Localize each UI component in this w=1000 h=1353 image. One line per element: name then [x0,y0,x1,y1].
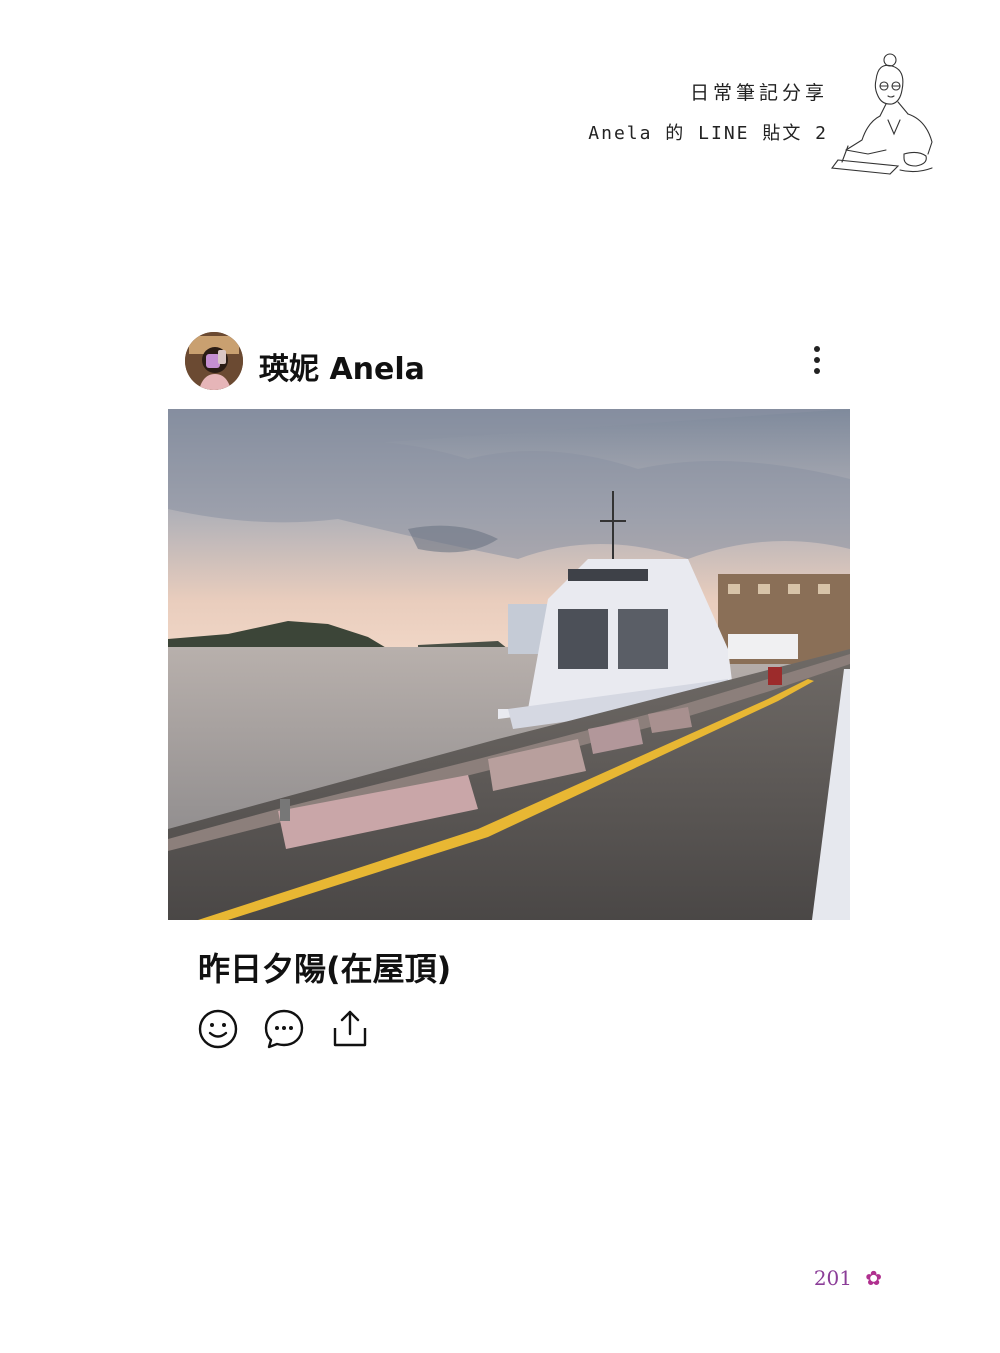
more-options-icon[interactable] [807,346,827,378]
section-title: 日常筆記分享 [689,82,828,104]
comment-icon[interactable] [263,1008,305,1050]
page-number: 201 [813,1266,852,1290]
post-header: 瑛妮 Anela [185,332,835,392]
avatar-photo-icon [185,332,243,390]
share-icon[interactable] [329,1008,371,1050]
post-username[interactable]: 瑛妮 Anela [259,344,425,388]
post-caption: 昨日夕陽(在屋頂) [198,950,452,988]
page-header: 日常筆記分享 Anela 的 LINE 貼文 2 [588,78,828,145]
flower-icon: ✿ [865,1266,882,1290]
smile-icon[interactable] [197,1008,239,1050]
avatar[interactable] [185,332,243,390]
section-subtitle: Anela 的 LINE 貼文 2 [588,123,828,144]
harbor-sunset-photo[interactable] [168,409,850,920]
woman-writing-illustration [830,53,933,175]
